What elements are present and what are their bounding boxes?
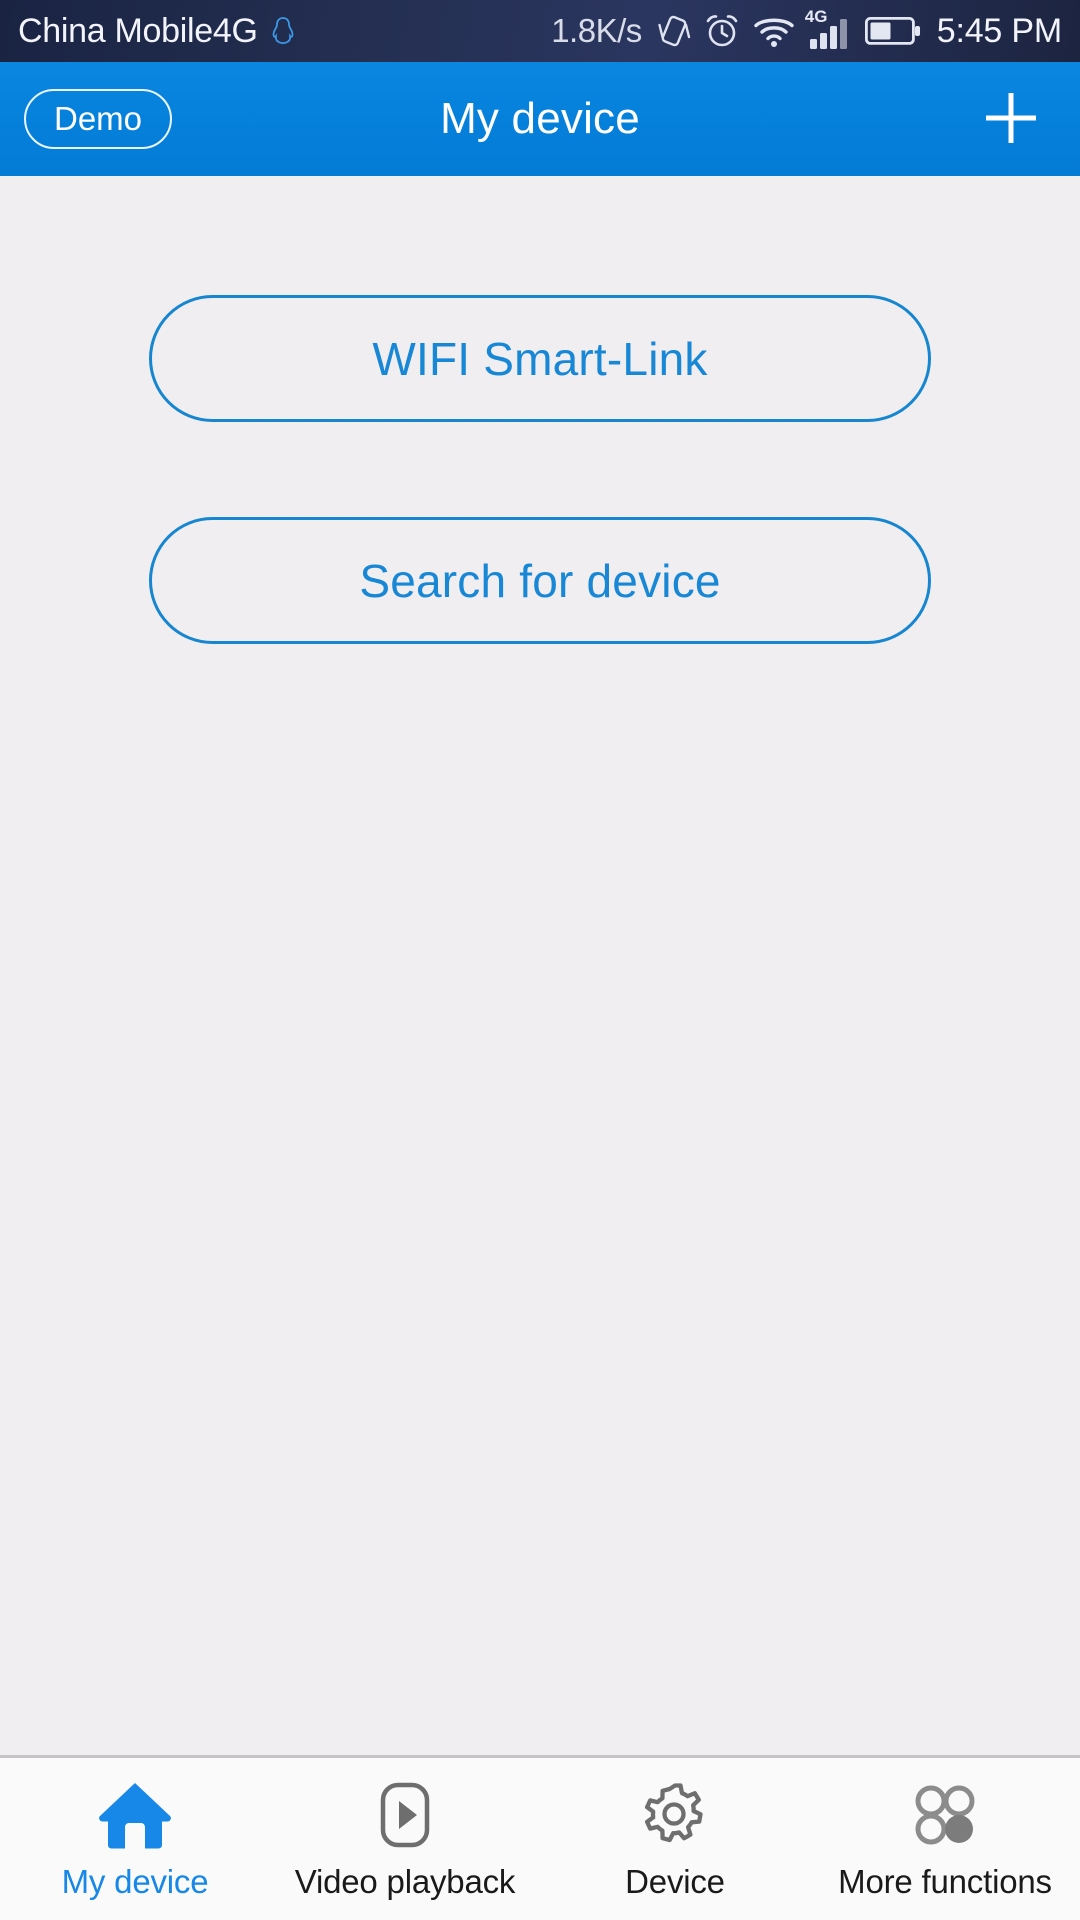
main-content: WIFI Smart-Link Search for device (0, 176, 1080, 1755)
tab-label: Video playback (294, 1863, 516, 1900)
tab-more-functions[interactable]: More functions (810, 1758, 1080, 1920)
network-type-label: 4G (804, 7, 828, 26)
tab-device[interactable]: Device (540, 1758, 810, 1920)
status-bar-right: 1.8K/s 4G 5:45 PM (551, 8, 1062, 51)
bottom-tab-bar: My device Video playback Device More fun… (0, 1755, 1080, 1920)
app-bar: Demo My device (0, 62, 1080, 176)
search-for-device-button[interactable]: Search for device (149, 517, 931, 644)
tab-video-playback[interactable]: Video playback (270, 1758, 540, 1920)
plus-icon (980, 87, 1042, 152)
demo-button[interactable]: Demo (24, 89, 172, 149)
gear-icon (639, 1777, 711, 1853)
app-screen: China Mobile4G 1.8K/s 4G 5:45 PM Demo My… (0, 0, 1080, 1920)
alarm-clock-icon (704, 12, 740, 50)
tab-label: More functions (838, 1863, 1052, 1900)
tab-label: Device (625, 1863, 725, 1900)
home-icon (96, 1777, 174, 1853)
grid-dots-icon (909, 1777, 981, 1853)
play-icon (370, 1777, 440, 1853)
tab-label: My device (61, 1863, 209, 1900)
tab-my-device[interactable]: My device (0, 1758, 270, 1920)
vibrate-icon (657, 12, 691, 50)
status-bar-left: China Mobile4G (18, 12, 296, 51)
add-device-button[interactable] (966, 74, 1056, 164)
network-speed-label: 1.8K/s (551, 12, 642, 49)
qq-penguin-icon (270, 16, 296, 46)
wifi-smart-link-button[interactable]: WIFI Smart-Link (149, 295, 931, 422)
wifi-icon (753, 14, 795, 48)
clock-label: 5:45 PM (936, 11, 1062, 50)
status-bar: China Mobile4G 1.8K/s 4G 5:45 PM (0, 0, 1080, 62)
signal-bars-icon: 4G (805, 8, 852, 50)
battery-icon (864, 15, 921, 47)
carrier-label: China Mobile4G (18, 11, 258, 50)
